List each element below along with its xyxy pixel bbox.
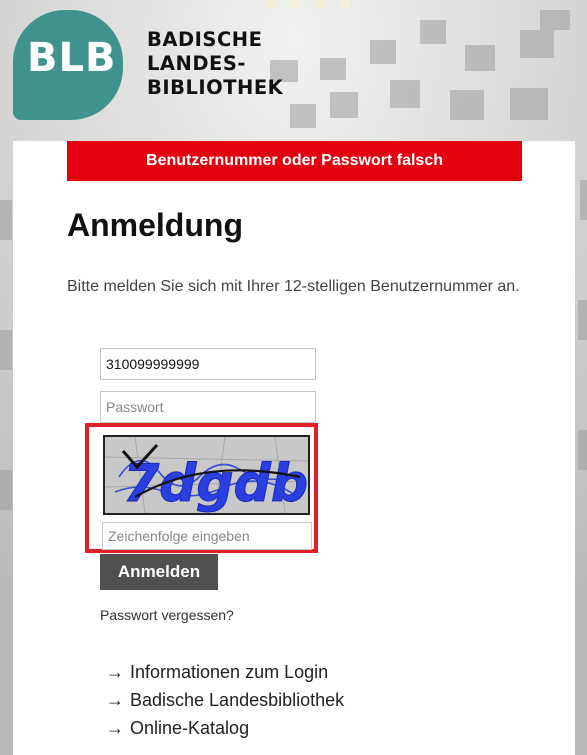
footer-links: → Informationen zum Login → Badische Lande… [106,658,344,742]
link-catalog[interactable]: → Online-Katalog [106,714,344,742]
arrow-right-icon: → [106,690,124,710]
page-title: Anmeldung [67,207,243,243]
captcha-input[interactable] [102,522,312,550]
forgot-password-link[interactable]: Passwort vergessen? [100,607,234,623]
captcha-image: 7dgdb [103,435,310,515]
link-label[interactable]: Informationen zum Login [130,662,328,682]
arrow-right-icon: → [106,662,124,682]
link-library[interactable]: → Badische Landesbibliothek [106,686,344,714]
brand-line: BADISCHE [147,28,263,51]
logo-abbreviation: BLB [27,35,117,81]
login-panel: Benutzernummer oder Passwort falsch Anme… [13,141,575,755]
link-info-login[interactable]: → Informationen zum Login [106,658,344,686]
password-input[interactable] [100,391,316,423]
link-label[interactable]: Online-Katalog [130,718,249,738]
brand-line: BIBLIOTHEK [147,76,284,99]
username-input[interactable] [100,348,316,380]
brand-line: LANDES- [147,52,246,75]
captcha-characters: 7dgdb [123,454,308,513]
brand-name: BADISCHE LANDES- BIBLIOTHEK [147,28,283,100]
link-label[interactable]: Badische Landesbibliothek [130,690,344,710]
login-button[interactable]: Anmelden [100,554,218,590]
error-alert: Benutzernummer oder Passwort falsch [67,141,522,181]
arrow-right-icon: → [106,718,124,738]
intro-text: Bitte melden Sie sich mit Ihrer 12-stell… [67,278,520,295]
captcha-highlight-frame: 7dgdb [85,423,318,553]
